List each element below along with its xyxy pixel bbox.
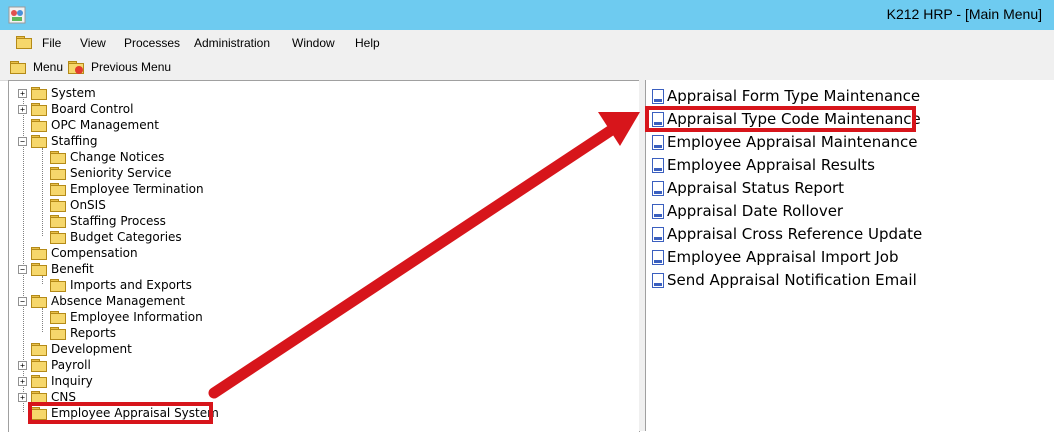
annotation-arrow [208,112,640,399]
